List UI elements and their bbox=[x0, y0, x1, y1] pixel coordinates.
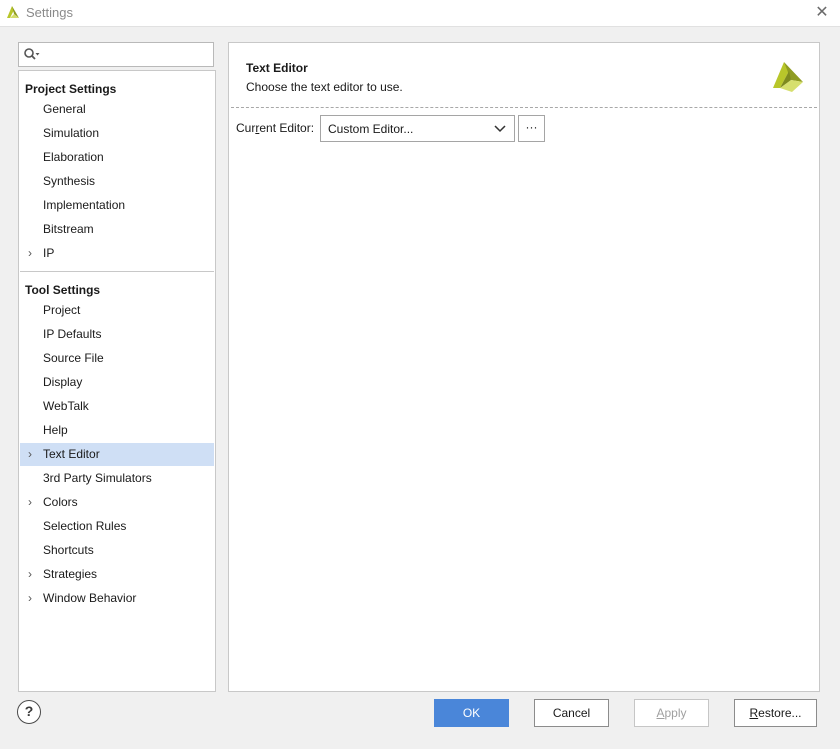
nav-item-label: 3rd Party Simulators bbox=[43, 471, 152, 485]
nav-item-label: Help bbox=[43, 423, 68, 437]
browse-editor-button[interactable]: ··· bbox=[518, 115, 545, 142]
vivado-logo-icon bbox=[7, 6, 19, 18]
nav-item-label: Synthesis bbox=[43, 174, 96, 188]
chevron-right-icon[interactable]: › bbox=[28, 563, 38, 586]
chevron-right-icon[interactable]: › bbox=[28, 587, 38, 610]
current-editor-dropdown[interactable]: Custom Editor... bbox=[320, 115, 515, 142]
nav-item-label: WebTalk bbox=[43, 399, 89, 413]
nav-item-label: Selection Rules bbox=[43, 519, 127, 533]
close-button[interactable]: ✕ bbox=[812, 3, 832, 23]
vivado-logo-icon bbox=[773, 62, 803, 92]
nav-item-label: Text Editor bbox=[43, 447, 100, 461]
cancel-button[interactable]: Cancel bbox=[534, 699, 609, 727]
nav-item-3rd-party-simulators[interactable]: 3rd Party Simulators bbox=[20, 467, 214, 490]
ok-button[interactable]: OK bbox=[434, 699, 509, 727]
nav-item-label: Display bbox=[43, 375, 83, 389]
nav-item-label: Elaboration bbox=[43, 150, 104, 164]
nav-item-label: General bbox=[43, 102, 86, 116]
chevron-right-icon[interactable]: › bbox=[28, 242, 38, 265]
page-description: Choose the text editor to use. bbox=[246, 80, 403, 94]
section-divider bbox=[20, 271, 214, 272]
window-title: Settings bbox=[26, 5, 73, 20]
nav-item-shortcuts[interactable]: Shortcuts bbox=[20, 539, 214, 562]
help-button[interactable]: ? bbox=[17, 700, 41, 724]
nav-item-implementation[interactable]: Implementation bbox=[20, 194, 214, 217]
nav-item-label: IP Defaults bbox=[43, 327, 102, 341]
nav-item-webtalk[interactable]: WebTalk bbox=[20, 395, 214, 418]
nav-item-display[interactable]: Display bbox=[20, 371, 214, 394]
nav-item-synthesis[interactable]: Synthesis bbox=[20, 170, 214, 193]
nav-item-window-behavior[interactable]: › Window Behavior bbox=[20, 587, 214, 610]
nav-item-simulation[interactable]: Simulation bbox=[20, 122, 214, 145]
project-settings-header: Project Settings bbox=[25, 82, 117, 96]
chevron-right-icon[interactable]: › bbox=[28, 443, 38, 466]
nav-item-label: Source File bbox=[43, 351, 104, 365]
nav-item-elaboration[interactable]: Elaboration bbox=[20, 146, 214, 169]
tool-settings-header: Tool Settings bbox=[25, 283, 101, 297]
nav-item-general[interactable]: General bbox=[20, 98, 214, 121]
title-bar: Settings ✕ bbox=[0, 0, 840, 27]
chevron-down-icon bbox=[494, 125, 506, 133]
nav-item-bitstream[interactable]: Bitstream bbox=[20, 218, 214, 241]
settings-navigation-tree: Project Settings General Simulation Elab… bbox=[18, 70, 216, 692]
settings-content-panel: Text Editor Choose the text editor to us… bbox=[228, 42, 820, 692]
current-editor-value: Custom Editor... bbox=[328, 122, 414, 136]
nav-item-label: Strategies bbox=[43, 567, 98, 581]
nav-item-label: Project bbox=[43, 303, 81, 317]
nav-item-text-editor[interactable]: › Text Editor bbox=[20, 443, 214, 466]
page-title: Text Editor bbox=[246, 61, 308, 75]
apply-button[interactable]: Apply bbox=[634, 699, 709, 727]
close-icon: ✕ bbox=[815, 4, 829, 21]
nav-item-label: Bitstream bbox=[43, 222, 94, 236]
nav-item-strategies[interactable]: › Strategies bbox=[20, 563, 214, 586]
nav-item-source-file[interactable]: Source File bbox=[20, 347, 214, 370]
nav-item-label: IP bbox=[43, 246, 55, 260]
header-divider bbox=[231, 107, 817, 108]
nav-item-selection-rules[interactable]: Selection Rules bbox=[20, 515, 214, 538]
nav-item-label: Window Behavior bbox=[43, 591, 137, 605]
chevron-right-icon[interactable]: › bbox=[28, 491, 38, 514]
nav-item-label: Implementation bbox=[43, 198, 126, 212]
nav-item-help[interactable]: Help bbox=[20, 419, 214, 442]
nav-item-label: Colors bbox=[43, 495, 78, 509]
nav-item-colors[interactable]: › Colors bbox=[20, 491, 214, 514]
nav-item-ip-defaults[interactable]: IP Defaults bbox=[20, 323, 214, 346]
current-editor-label: Current Editor: bbox=[236, 121, 315, 135]
search-icon bbox=[24, 48, 40, 60]
nav-item-label: Shortcuts bbox=[43, 543, 94, 557]
nav-item-ip[interactable]: › IP bbox=[20, 242, 214, 265]
restore-button[interactable]: Restore... bbox=[734, 699, 817, 727]
nav-item-label: Simulation bbox=[43, 126, 100, 140]
settings-search-input[interactable] bbox=[18, 42, 214, 67]
nav-item-project[interactable]: Project bbox=[20, 299, 214, 322]
